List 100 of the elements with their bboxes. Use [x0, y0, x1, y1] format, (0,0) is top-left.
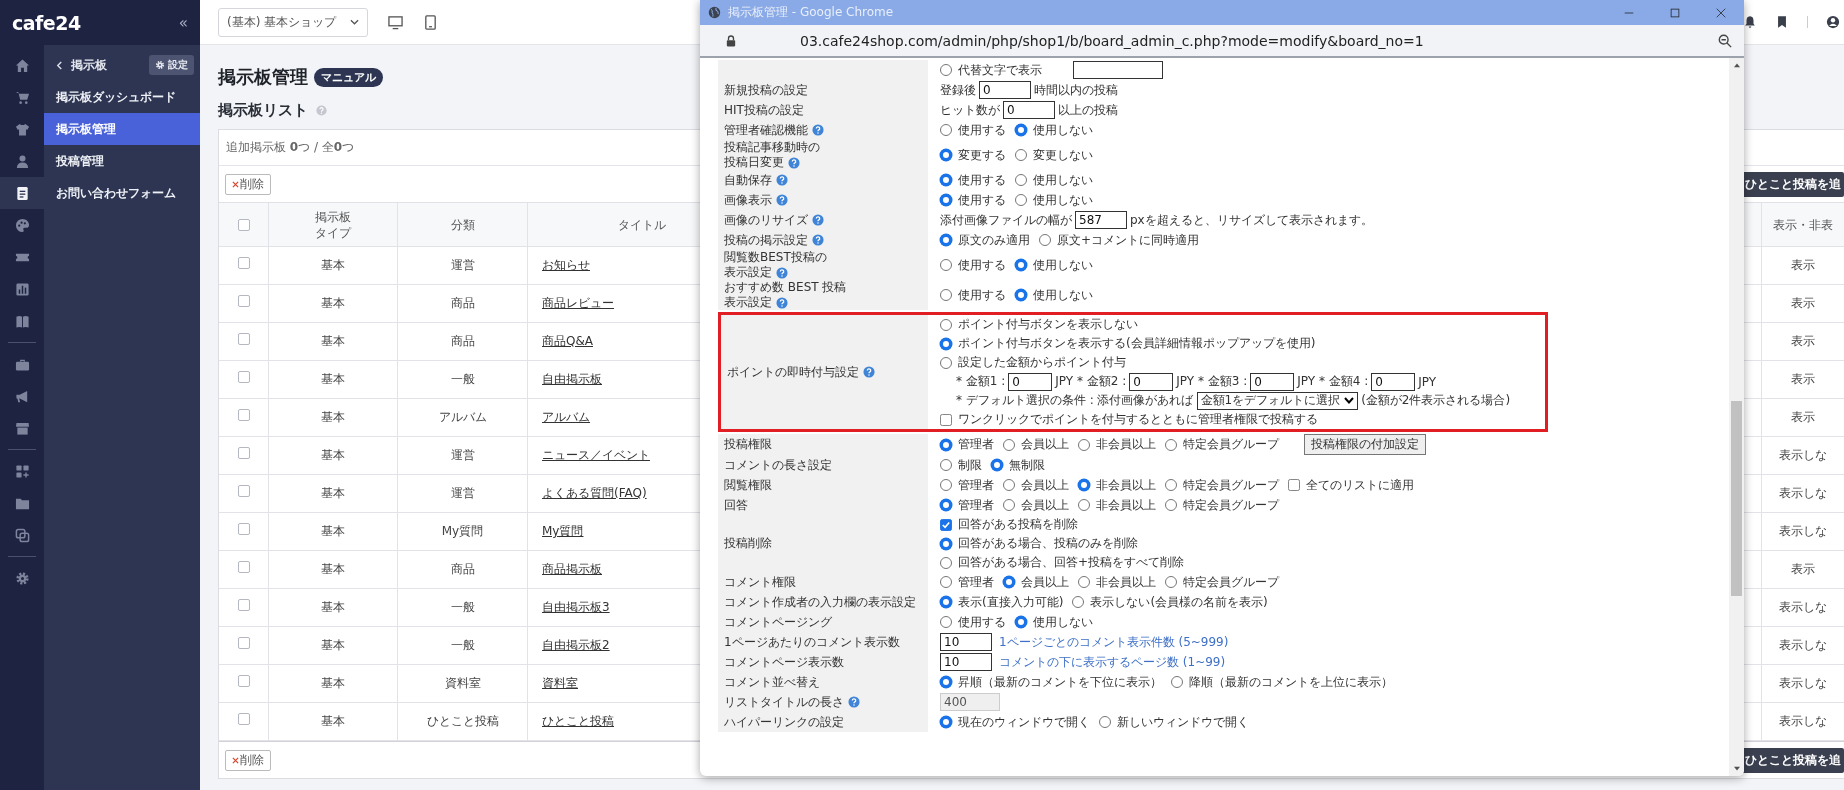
radio-button[interactable] — [940, 616, 952, 628]
board-title-link[interactable]: ひとこと投稿 — [542, 713, 614, 740]
radio-button[interactable] — [940, 337, 952, 350]
radio-button[interactable] — [1015, 149, 1027, 161]
radio-button[interactable] — [940, 537, 952, 550]
radio-button[interactable] — [1003, 499, 1015, 511]
row-checkbox[interactable] — [237, 561, 250, 573]
text-input[interactable] — [1073, 61, 1163, 79]
radio-button[interactable] — [1003, 479, 1015, 491]
help-icon[interactable] — [776, 174, 788, 186]
radio-button[interactable] — [1165, 576, 1177, 588]
row-checkbox[interactable] — [237, 485, 250, 497]
board-title-link[interactable]: 自由掲示板2 — [542, 637, 610, 664]
radio-button[interactable] — [1015, 174, 1027, 186]
select-all-checkbox[interactable] — [237, 218, 250, 231]
help-icon[interactable] — [776, 266, 788, 279]
text-input[interactable]: 0 — [1003, 101, 1055, 119]
bookmark-icon[interactable] — [1775, 15, 1789, 29]
radio-button[interactable] — [1165, 499, 1177, 511]
bell-icon[interactable] — [1743, 15, 1757, 29]
sidebar-item[interactable]: 掲示板管理 — [44, 113, 200, 145]
checkbox[interactable] — [1288, 479, 1300, 491]
radio-button[interactable] — [1078, 499, 1090, 511]
board-title-link[interactable]: お知らせ — [542, 257, 590, 284]
radio-button[interactable] — [940, 716, 952, 728]
radio-button[interactable] — [1015, 124, 1027, 136]
radio-button[interactable] — [1015, 259, 1027, 271]
help-icon[interactable] — [812, 234, 824, 246]
close-icon[interactable] — [1715, 6, 1727, 19]
row-checkbox[interactable] — [237, 523, 250, 535]
row-checkbox[interactable] — [237, 599, 250, 611]
radio-button[interactable] — [940, 289, 952, 301]
radio-button[interactable] — [940, 556, 952, 569]
help-icon[interactable] — [776, 296, 788, 309]
radio-button[interactable] — [940, 194, 952, 206]
row-checkbox[interactable] — [237, 409, 250, 421]
radio-button[interactable] — [1165, 438, 1177, 451]
logo[interactable]: cafe24 — [12, 11, 81, 34]
radio-button[interactable] — [1039, 234, 1051, 246]
board-title-link[interactable]: 資料室 — [542, 675, 578, 702]
radio-button[interactable] — [1072, 596, 1085, 608]
radio-button[interactable] — [1015, 194, 1027, 206]
monitor-icon[interactable] — [388, 14, 403, 30]
text-input[interactable]: 0 — [1250, 372, 1295, 391]
radio-button[interactable] — [1171, 676, 1183, 688]
row-checkbox[interactable] — [237, 333, 250, 345]
add-board-button[interactable]: ひとこと投稿を追 — [1742, 171, 1844, 197]
radio-button[interactable] — [1003, 576, 1015, 588]
radio-button[interactable] — [940, 124, 952, 136]
scrollbar[interactable] — [1729, 58, 1744, 776]
radio-button[interactable] — [940, 499, 952, 511]
text-input[interactable]: 10 — [940, 633, 992, 651]
checkbox[interactable] — [940, 413, 952, 426]
radio-button[interactable] — [991, 459, 1003, 471]
zoom-out-icon[interactable] — [1718, 33, 1732, 48]
collapse-button[interactable]: « — [178, 13, 188, 32]
checkbox[interactable] — [940, 518, 952, 531]
radio-button[interactable] — [940, 64, 952, 76]
scroll-down-icon[interactable] — [1732, 766, 1741, 772]
scroll-thumb[interactable] — [1731, 401, 1742, 596]
board-title-link[interactable]: 商品掲示板 — [542, 561, 602, 588]
board-title-link[interactable]: よくある質問(FAQ) — [542, 485, 647, 512]
help-icon[interactable] — [812, 124, 824, 136]
delete-button[interactable]: 削除 — [225, 173, 271, 195]
sidebar-item[interactable]: 掲示板ダッシュボード — [44, 81, 200, 113]
board-title-link[interactable]: My質問 — [542, 523, 584, 550]
row-checkbox[interactable] — [237, 675, 250, 687]
row-checkbox[interactable] — [237, 447, 250, 459]
board-title-link[interactable]: 商品レビュー — [542, 295, 614, 322]
radio-button[interactable] — [940, 479, 952, 491]
text-input[interactable]: 587 — [1075, 211, 1127, 229]
radio-button[interactable] — [940, 174, 952, 186]
delete-button[interactable]: 削除 — [225, 749, 271, 771]
shop-select[interactable]: (基本) 基本ショップ — [218, 7, 368, 37]
radio-button[interactable] — [940, 356, 952, 369]
row-checkbox[interactable] — [237, 371, 250, 383]
text-input[interactable]: 0 — [979, 81, 1031, 99]
radio-button[interactable] — [1078, 479, 1090, 491]
radio-button[interactable] — [1078, 438, 1090, 451]
help-icon[interactable] — [812, 214, 824, 226]
radio-button[interactable] — [1015, 616, 1027, 628]
radio-button[interactable] — [1003, 438, 1015, 451]
row-checkbox[interactable] — [237, 713, 250, 725]
radio-button[interactable] — [940, 576, 952, 588]
radio-button[interactable] — [1015, 289, 1027, 301]
board-title-link[interactable]: ニュース／イベント — [542, 447, 650, 474]
radio-button[interactable] — [940, 676, 952, 688]
settings-button[interactable]: 投稿権限の付加設定 — [1304, 434, 1426, 455]
radio-button[interactable] — [1078, 576, 1090, 588]
radio-button[interactable] — [940, 459, 952, 471]
settings-button[interactable]: 設定 — [149, 55, 194, 75]
scroll-up-icon[interactable] — [1732, 62, 1741, 68]
text-input[interactable]: 10 — [940, 653, 992, 671]
help-icon[interactable] — [863, 366, 875, 378]
board-title-link[interactable]: アルバム — [542, 409, 590, 436]
document-nav-item[interactable] — [0, 177, 44, 209]
row-checkbox[interactable] — [237, 257, 250, 269]
text-input[interactable]: 0 — [1129, 372, 1174, 391]
maximize-icon[interactable] — [1669, 6, 1681, 19]
help-icon[interactable] — [788, 156, 800, 169]
